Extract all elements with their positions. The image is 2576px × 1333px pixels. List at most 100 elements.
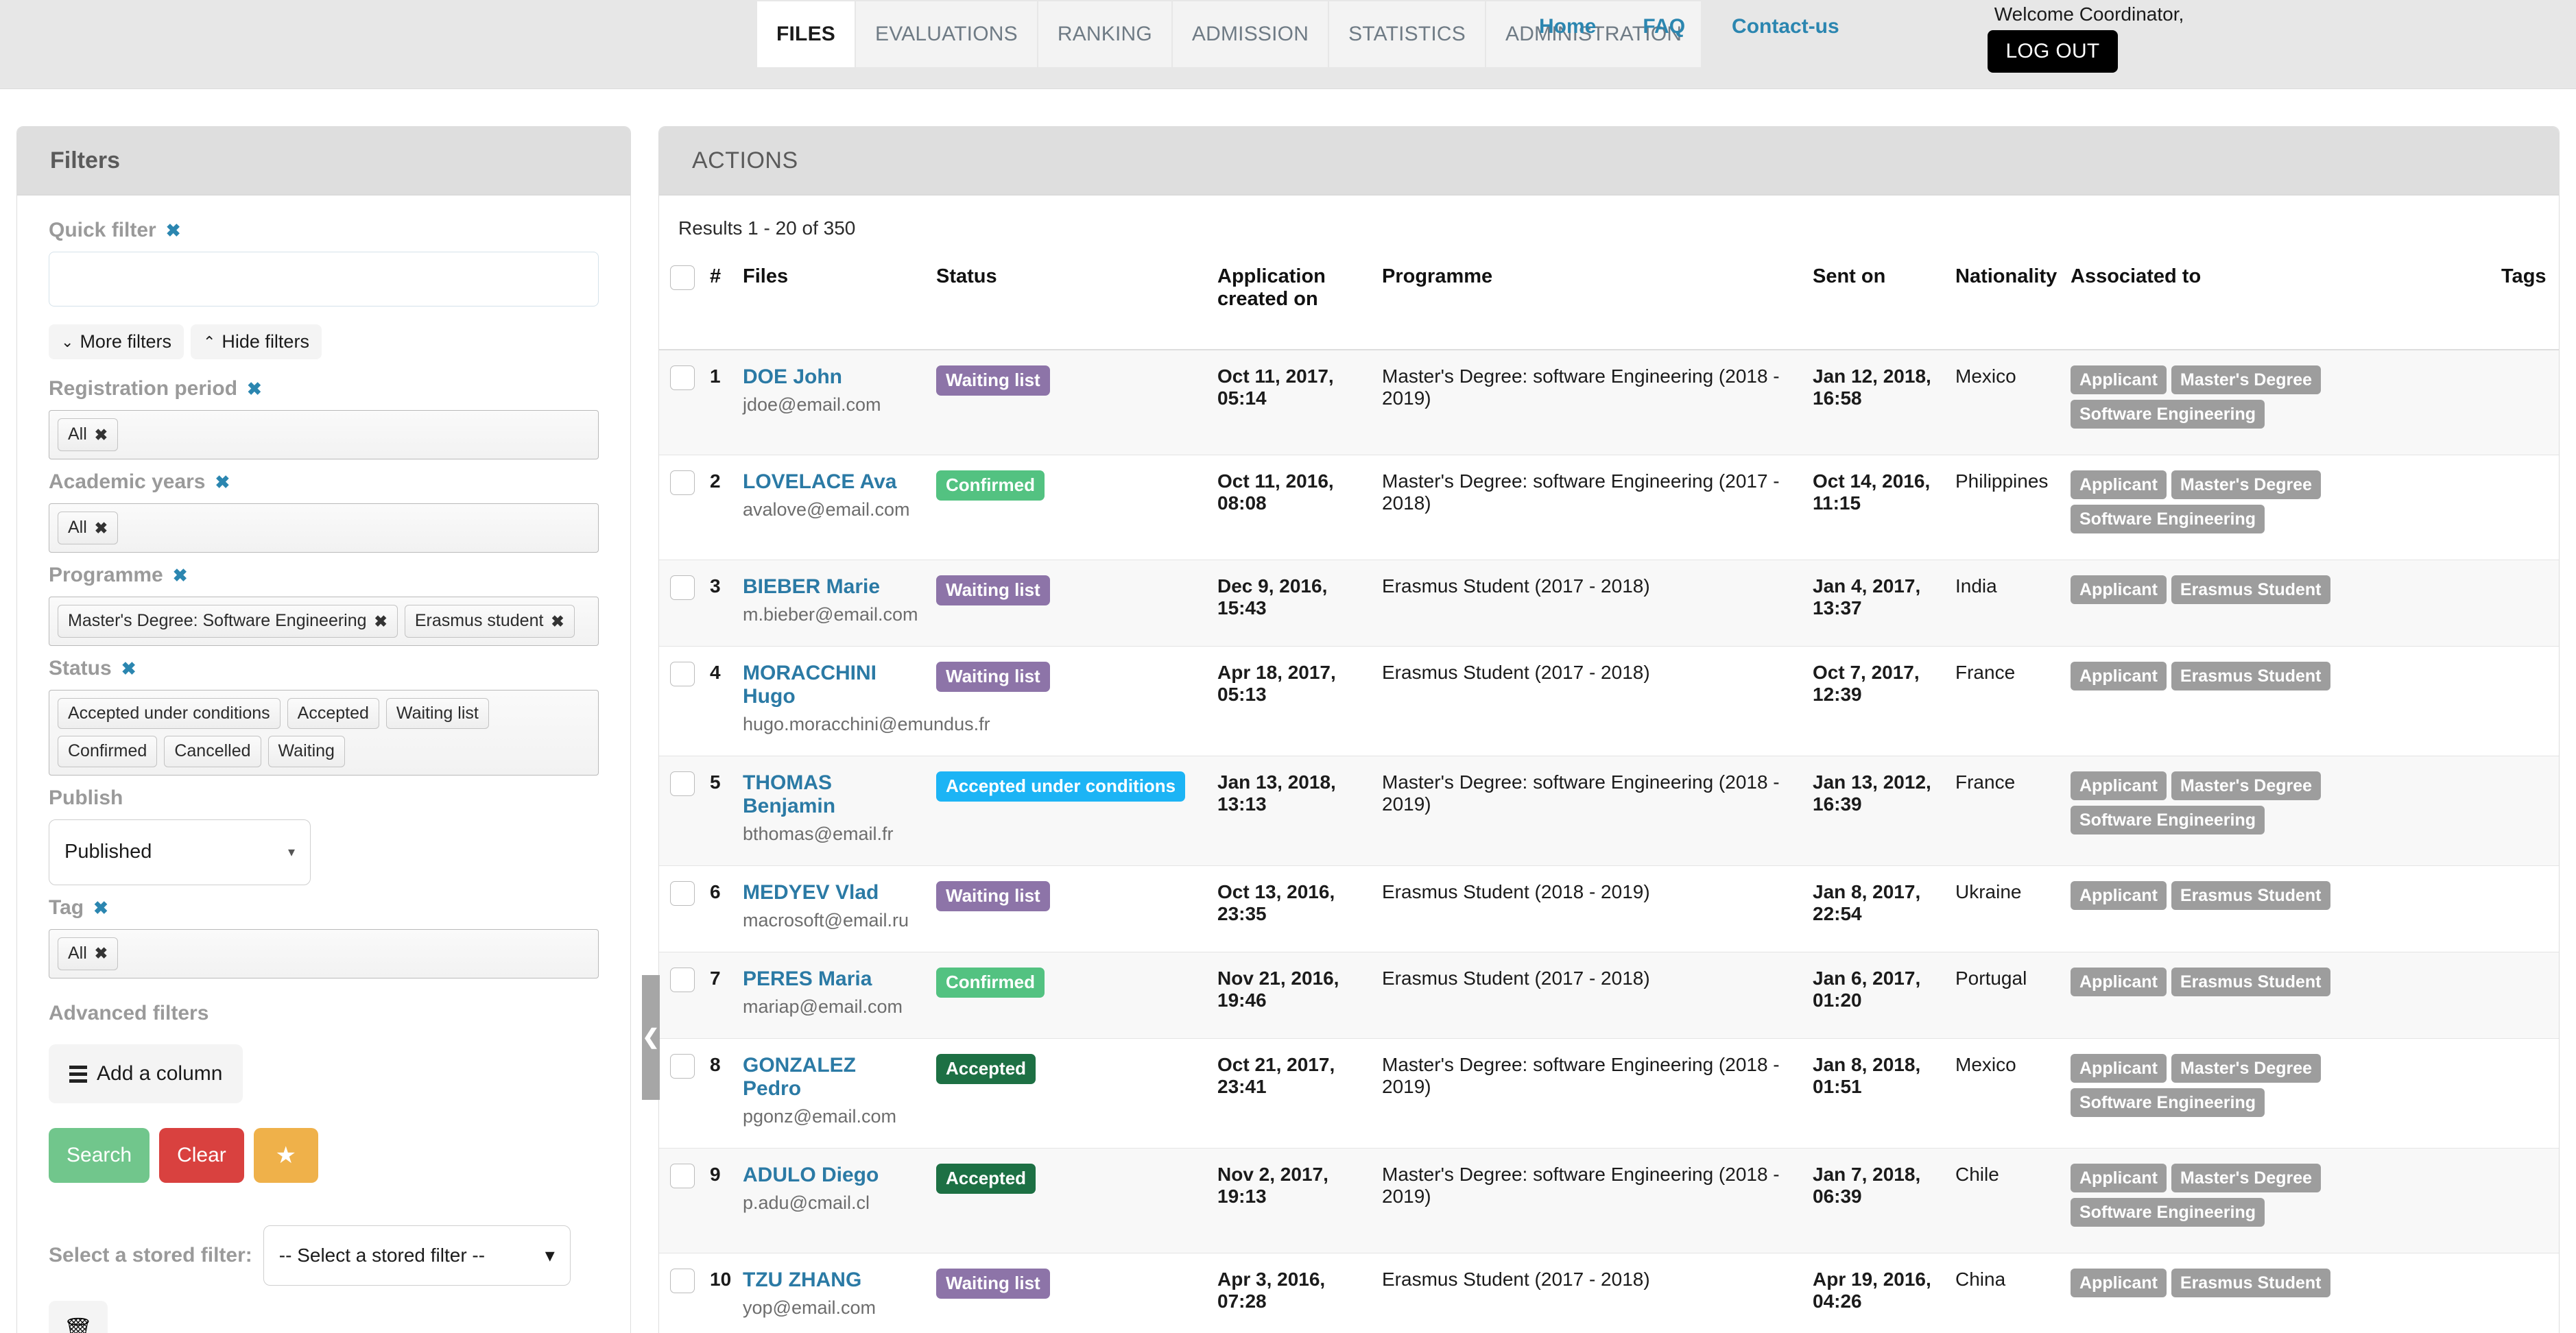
clear-button[interactable]: Clear xyxy=(159,1127,244,1183)
applicant-name-link[interactable]: PERES Maria xyxy=(743,968,914,991)
nav-tab-statistics[interactable]: STATISTICS xyxy=(1329,1,1486,67)
filter-token[interactable]: Accepted under conditions xyxy=(58,698,281,730)
filter-token-box[interactable]: All ✖ xyxy=(49,503,599,553)
applicant-name-link[interactable]: MEDYEV Vlad xyxy=(743,881,914,904)
col-header-index[interactable]: # xyxy=(699,253,732,350)
quick-filter-input[interactable] xyxy=(49,252,599,307)
clear-filter-icon[interactable]: ✖ xyxy=(215,473,230,491)
nav-tab-admission[interactable]: ADMISSION xyxy=(1172,1,1330,67)
link-home[interactable]: Home xyxy=(1539,15,1596,38)
filter-token[interactable]: Waiting list xyxy=(385,698,489,730)
filter-token[interactable]: Master's Degree: Software Engineering ✖ xyxy=(58,605,398,638)
filter-token[interactable]: Erasmus student ✖ xyxy=(404,605,575,638)
remove-token-icon[interactable]: ✖ xyxy=(95,425,108,445)
filter-token[interactable]: All ✖ xyxy=(58,418,119,451)
filter-token-box[interactable]: Master's Degree: Software Engineering ✖ Er… xyxy=(49,597,599,646)
row-index: 9 xyxy=(699,1148,732,1253)
row-checkbox[interactable] xyxy=(670,365,695,390)
clear-tag-filter-icon[interactable]: ✖ xyxy=(93,899,108,917)
row-checkbox[interactable] xyxy=(670,1164,695,1188)
col-header-nationality[interactable]: Nationality xyxy=(1944,253,2060,350)
logout-button[interactable]: LOG OUT xyxy=(1988,30,2118,73)
row-checkbox[interactable] xyxy=(670,968,695,992)
applicant-name-link[interactable]: ADULO Diego xyxy=(743,1164,914,1187)
association-chip: Master's Degree xyxy=(2171,365,2322,394)
publish-select[interactable]: Published ▾ xyxy=(49,819,311,885)
filter-token[interactable]: Cancelled xyxy=(164,736,261,767)
status-badge: Waiting list xyxy=(936,881,1050,911)
associated-to-cell: Applicant Master's Degree Software Enginee… xyxy=(2060,1148,2490,1253)
filter-token-box[interactable]: All ✖ xyxy=(49,410,599,459)
col-header-application-created-on[interactable]: Application created on xyxy=(1206,253,1371,350)
link-contact-us[interactable]: Contact-us xyxy=(1732,15,1839,38)
filter-token-label: All xyxy=(68,424,87,444)
clear-filter-icon[interactable]: ✖ xyxy=(247,380,262,398)
table-row[interactable]: 9 ADULO Diego p.adu@cmail.cl Accepted Nov 2,… xyxy=(659,1148,2559,1253)
table-row[interactable]: 5 THOMAS Benjamin bthomas@email.fr Accepted… xyxy=(659,756,2559,866)
delete-stored-filter-button[interactable]: 🗑 xyxy=(49,1300,108,1333)
save-filter-star-button[interactable]: ★ xyxy=(253,1127,318,1183)
association-chip: Erasmus Student xyxy=(2171,662,2330,690)
tag-token-box[interactable]: All ✖ xyxy=(49,928,599,978)
clear-filter-icon[interactable]: ✖ xyxy=(173,566,188,584)
stored-filter-select[interactable]: -- Select a stored filter -- ▾ xyxy=(263,1225,571,1286)
table-row[interactable]: 6 MEDYEV Vlad macrosoft@email.ru Waiting li… xyxy=(659,865,2559,952)
filter-token[interactable]: Waiting xyxy=(267,736,345,767)
col-header-programme[interactable]: Programme xyxy=(1371,253,1802,350)
nav-tab-files[interactable]: FILES xyxy=(757,1,857,67)
col-header-sent-on[interactable]: Sent on xyxy=(1802,253,1944,350)
table-row[interactable]: 1 DOE John jdoe@email.com Waiting list Oct 1… xyxy=(659,350,2559,455)
row-checkbox[interactable] xyxy=(670,575,695,600)
col-header-files[interactable]: Files xyxy=(732,253,925,350)
filter-token[interactable]: Confirmed xyxy=(58,736,158,767)
table-row[interactable]: 2 LOVELACE Ava avalove@email.com Confirmed O… xyxy=(659,455,2559,560)
link-faq[interactable]: FAQ xyxy=(1643,15,1685,38)
applicant-name-link[interactable]: GONZALEZ Pedro xyxy=(743,1054,914,1101)
row-checkbox[interactable] xyxy=(670,662,695,686)
applicant-name-link[interactable]: MORACCHINI Hugo xyxy=(743,662,914,708)
status-cell: Waiting list xyxy=(925,350,1206,455)
sent-on-cell: Apr 19, 2016, 04:26 xyxy=(1802,1253,1944,1333)
applicant-name-link[interactable]: DOE John xyxy=(743,365,914,389)
applicant-name-link[interactable]: LOVELACE Ava xyxy=(743,470,914,494)
remove-token-icon[interactable]: ✖ xyxy=(95,944,108,963)
remove-token-icon[interactable]: ✖ xyxy=(374,612,387,632)
table-row[interactable]: 3 BIEBER Marie m.bieber@email.com Waiting l… xyxy=(659,560,2559,647)
filter-token[interactable]: All ✖ xyxy=(58,512,119,544)
chevron-up-icon: ⌃ xyxy=(202,333,216,350)
table-row[interactable]: 4 MORACCHINI Hugo hugo.moracchini@emundus.… xyxy=(659,646,2559,756)
applicant-name-link[interactable]: THOMAS Benjamin xyxy=(743,771,914,818)
table-row[interactable]: 7 PERES Maria mariap@email.com Confirmed Nov… xyxy=(659,952,2559,1039)
nav-tab-ranking[interactable]: RANKING xyxy=(1038,1,1173,67)
row-checkbox[interactable] xyxy=(670,1054,695,1079)
list-icon xyxy=(69,1065,87,1083)
col-header-status[interactable]: Status xyxy=(925,253,1206,350)
row-checkbox[interactable] xyxy=(670,470,695,495)
hide-filters-button[interactable]: ⌃ Hide filters xyxy=(190,324,322,359)
table-row[interactable]: 8 GONZALEZ Pedro pgonz@email.com Accepted Oc… xyxy=(659,1038,2559,1149)
select-all-checkbox[interactable] xyxy=(670,265,695,290)
col-header-associated-to[interactable]: Associated to xyxy=(2060,253,2490,350)
row-checkbox[interactable] xyxy=(670,771,695,796)
clear-quick-filter-icon[interactable]: ✖ xyxy=(166,221,181,239)
table-row[interactable]: 10 TZU ZHANG yop@email.com Waiting list Apr … xyxy=(659,1253,2559,1333)
more-filters-button[interactable]: ⌄ More filters xyxy=(49,324,184,359)
remove-token-icon[interactable]: ✖ xyxy=(551,612,564,632)
tag-token[interactable]: All ✖ xyxy=(58,937,119,970)
filter-token[interactable]: Accepted xyxy=(287,698,379,730)
row-index: 7 xyxy=(699,952,732,1039)
clear-filter-icon[interactable]: ✖ xyxy=(121,660,136,677)
collapse-sidebar-handle[interactable]: ❮ xyxy=(642,975,660,1100)
row-checkbox[interactable] xyxy=(670,1269,695,1293)
nav-tab-evaluations[interactable]: EVALUATIONS xyxy=(856,1,1038,67)
search-button[interactable]: Search xyxy=(49,1127,150,1183)
status-badge: Waiting list xyxy=(936,365,1050,396)
applicant-name-link[interactable]: BIEBER Marie xyxy=(743,575,914,599)
filter-token-box[interactable]: Accepted under conditions Accepted Waiting… xyxy=(49,690,599,776)
col-header-tags[interactable]: Tags xyxy=(2490,253,2559,350)
add-a-column-button[interactable]: Add a column xyxy=(49,1044,243,1103)
filter-group-label-text: Programme xyxy=(49,564,163,586)
applicant-name-link[interactable]: TZU ZHANG xyxy=(743,1269,914,1292)
row-checkbox[interactable] xyxy=(670,881,695,906)
remove-token-icon[interactable]: ✖ xyxy=(95,518,108,538)
